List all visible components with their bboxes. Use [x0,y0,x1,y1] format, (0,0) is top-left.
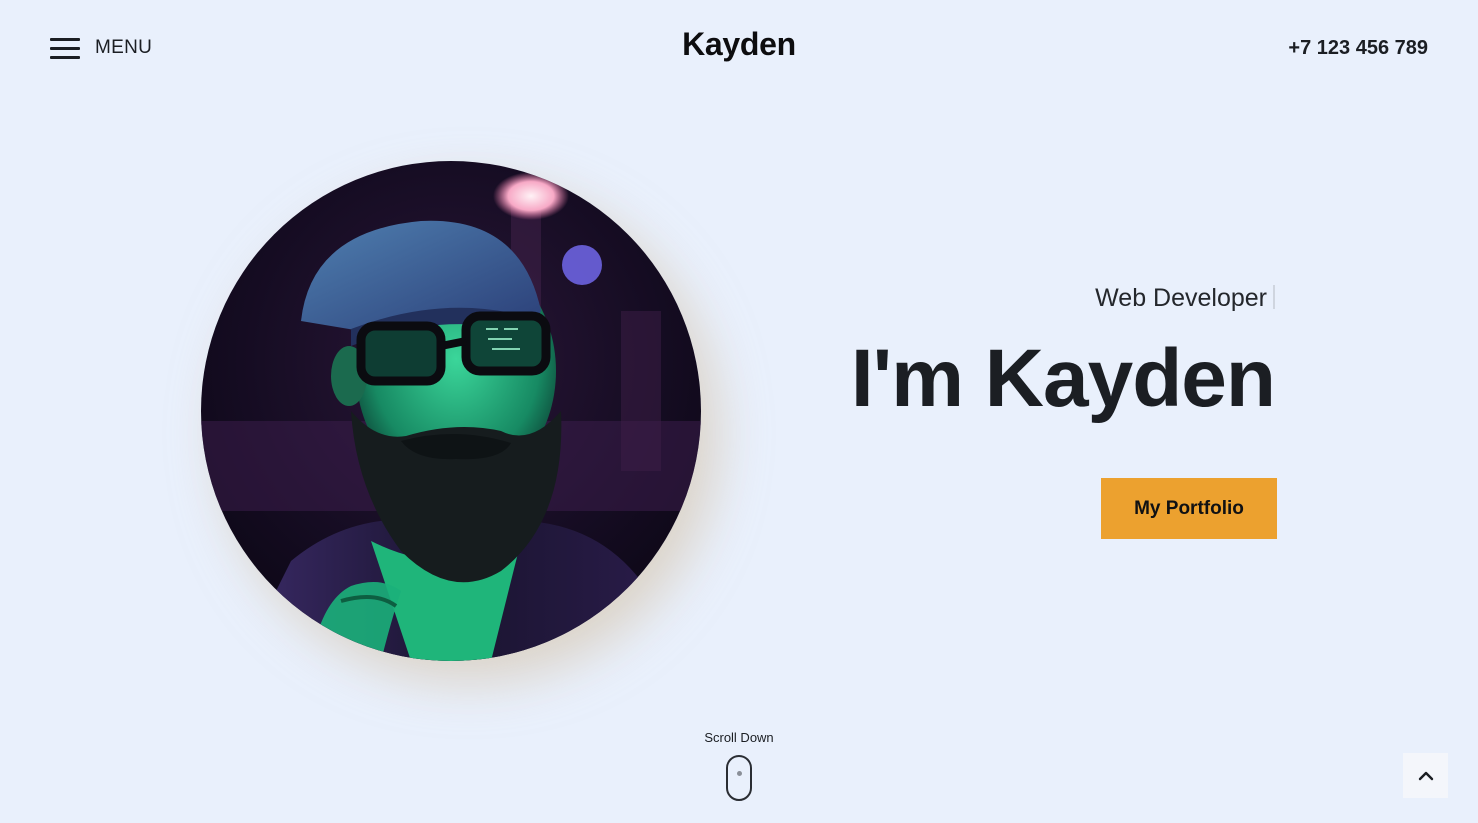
portrait-image [201,161,701,661]
back-to-top-button[interactable] [1403,753,1448,798]
hero-subtitle-wrap: Web Developer [715,284,1275,313]
chevron-up-icon [1418,771,1433,780]
mouse-wheel [736,771,742,776]
mouse-icon[interactable] [726,755,752,801]
scroll-down[interactable]: Scroll Down [0,730,1478,801]
hero-headline: I'm Kayden [850,333,1276,424]
typing-cursor [1273,285,1275,309]
hero-subtitle: Web Developer [1095,284,1267,312]
phone-number[interactable]: +7 123 456 789 [1288,37,1428,60]
portfolio-button[interactable]: My Portfolio [1101,478,1277,539]
site-logo[interactable]: Kayden [0,26,1478,63]
site-header: MENU Kayden +7 123 456 789 [0,0,1478,96]
scroll-down-label[interactable]: Scroll Down [0,730,1478,745]
hero-portrait [201,161,701,661]
